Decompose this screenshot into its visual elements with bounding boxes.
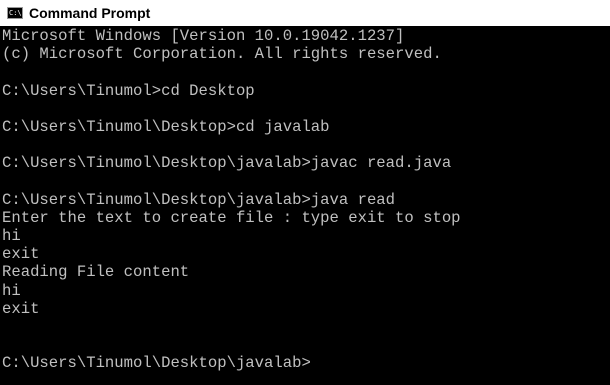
console-line: Microsoft Windows [Version 10.0.19042.12… (2, 27, 405, 45)
console-line: hi (2, 227, 21, 246)
title-bar[interactable]: C:\. Command Prompt (0, 0, 610, 26)
console-line: C:\Users\Tinumol\Desktop>cd javalab (2, 117, 330, 136)
console-line: (c) Microsoft Corporation. All rights re… (2, 45, 442, 64)
console-line: C:\Users\Tinumol\Desktop\javalab>javac r… (2, 154, 452, 173)
console-line: hi (2, 281, 21, 300)
command-prompt-window: C:\. Command Prompt Microsoft Windows [V… (0, 0, 610, 385)
console-line: Reading File content (2, 263, 190, 282)
console-line: C:\Users\Tinumol>cd Desktop (2, 81, 255, 100)
console-prompt-line[interactable]: C:\Users\Tinumol\Desktop\javalab> (2, 354, 608, 372)
console-line: C:\Users\Tinumol\Desktop\javalab>java re… (2, 190, 396, 209)
console-line: exit (2, 299, 40, 318)
console-line: Enter the text to create file : type exi… (2, 208, 461, 227)
console-line: exit (2, 245, 40, 264)
cmd-app-icon[interactable]: C:\. (7, 7, 23, 19)
console-output[interactable]: Microsoft Windows [Version 10.0.19042.12… (2, 27, 608, 385)
window-title: Command Prompt (29, 5, 151, 21)
